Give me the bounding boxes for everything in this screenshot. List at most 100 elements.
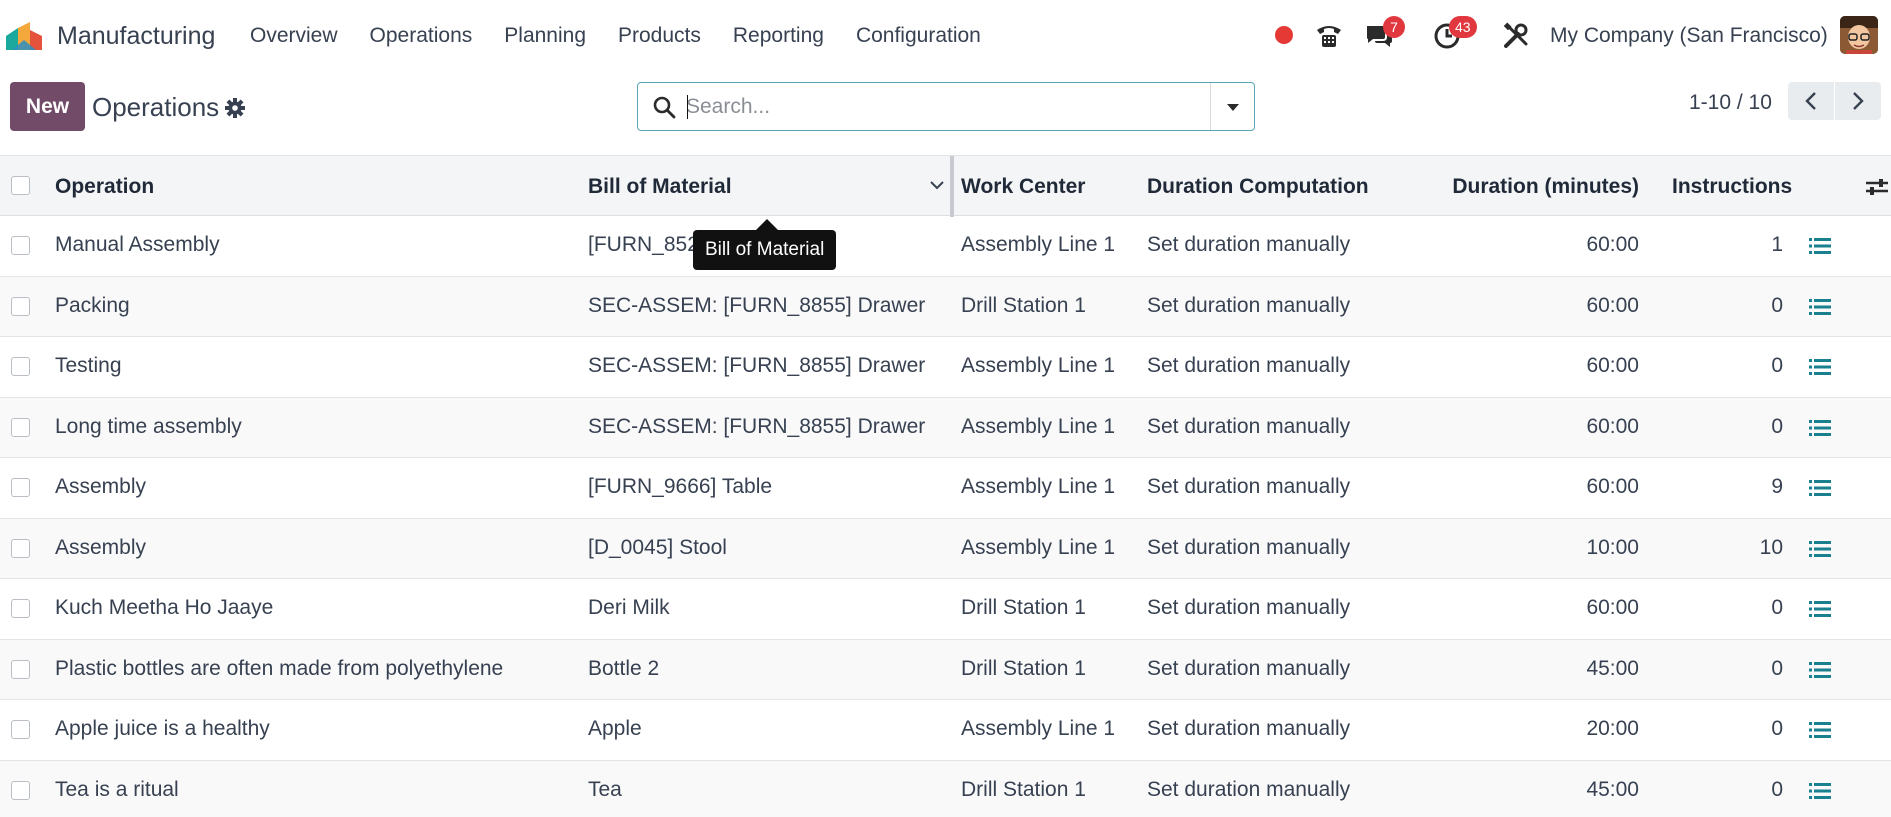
instructions-list-icon[interactable]: [1809, 661, 1831, 679]
user-avatar[interactable]: [1840, 16, 1878, 54]
cell-instructions: 0: [1771, 656, 1783, 680]
column-resize-handle[interactable]: [950, 156, 954, 217]
pager-previous-button[interactable]: [1788, 82, 1834, 120]
cell-duration: 60:00: [1586, 414, 1639, 438]
cell-duration: 10:00: [1586, 535, 1639, 559]
cell-duration: 60:00: [1586, 596, 1639, 619]
cell-work-center: Drill Station 1: [961, 656, 1086, 680]
new-button[interactable]: New: [10, 82, 85, 131]
main-menu: Overview Operations Planning Products Report…: [250, 24, 1013, 48]
company-switcher[interactable]: My Company (San Francisco): [1550, 24, 1828, 48]
row-checkbox[interactable]: [11, 478, 30, 497]
cell-instructions: 0: [1771, 414, 1783, 438]
instructions-list-icon[interactable]: [1809, 721, 1831, 739]
select-all-checkbox[interactable]: [11, 176, 30, 195]
menu-item-configuration[interactable]: Configuration: [856, 24, 981, 48]
cell-duration: 60:00: [1586, 233, 1639, 256]
menu-item-reporting[interactable]: Reporting: [733, 24, 824, 48]
recording-indicator-icon[interactable]: [1275, 26, 1293, 44]
cell-work-center: Assembly Line 1: [961, 233, 1116, 256]
table-row[interactable]: Apple juice is a healthy Apple Assembly Li…: [0, 700, 1891, 761]
table-body: Manual Assembly [FURN_852 Assembly Line 1 S…: [0, 216, 1891, 817]
cell-instructions: 9: [1771, 475, 1783, 498]
gear-icon[interactable]: [224, 97, 246, 119]
search-options-toggle[interactable]: [1210, 83, 1254, 130]
column-header-instructions[interactable]: Instructions: [1672, 175, 1792, 199]
cell-bill-of-material: SEC-ASSEM: [FURN_8855] Drawer: [588, 293, 926, 317]
row-checkbox[interactable]: [11, 296, 30, 316]
instructions-list-icon[interactable]: [1809, 479, 1831, 497]
menu-item-overview[interactable]: Overview: [250, 24, 338, 48]
phone-icon[interactable]: [1314, 20, 1344, 50]
instructions-list-icon[interactable]: [1809, 419, 1831, 437]
tools-icon[interactable]: [1502, 22, 1530, 50]
cell-work-center: Assembly Line 1: [961, 354, 1116, 377]
manufacturing-app-icon[interactable]: [6, 22, 46, 50]
search-input[interactable]: [686, 93, 1186, 121]
menu-item-products[interactable]: Products: [618, 24, 701, 48]
row-checkbox[interactable]: [11, 538, 30, 558]
cell-work-center: Assembly Line 1: [961, 475, 1116, 498]
table-row[interactable]: Tea is a ritual Tea Drill Station 1 Set dur…: [0, 760, 1891, 817]
instructions-list-icon[interactable]: [1809, 298, 1831, 316]
table-row[interactable]: Plastic bottles are often made from poly…: [0, 639, 1891, 700]
cell-operation: Assembly: [55, 535, 147, 559]
cell-operation: Manual Assembly: [55, 233, 220, 256]
cell-duration: 60:00: [1586, 354, 1639, 377]
chevron-down-icon[interactable]: [928, 176, 946, 194]
cell-duration-computation: Set duration manually: [1147, 414, 1351, 438]
instructions-list-icon[interactable]: [1809, 358, 1831, 376]
menu-item-planning[interactable]: Planning: [504, 24, 586, 48]
table-row[interactable]: Manual Assembly [FURN_852 Assembly Line 1 S…: [0, 216, 1891, 277]
pager-next-button[interactable]: [1835, 82, 1881, 120]
search-box: [637, 82, 1255, 131]
pager-value[interactable]: 1-10 / 10: [1689, 91, 1772, 115]
instructions-list-icon[interactable]: [1809, 540, 1831, 558]
cell-duration-computation: Set duration manually: [1147, 354, 1351, 377]
cell-bill-of-material: Tea: [588, 777, 622, 801]
column-header-work-center[interactable]: Work Center: [961, 175, 1085, 199]
table-row[interactable]: Kuch Meetha Ho Jaaye Deri Milk Drill Stati…: [0, 579, 1891, 640]
cell-duration-computation: Set duration manually: [1147, 717, 1351, 740]
row-checkbox[interactable]: [11, 659, 30, 679]
cell-duration-computation: Set duration manually: [1147, 777, 1351, 801]
instructions-list-icon[interactable]: [1809, 600, 1831, 618]
row-checkbox[interactable]: [11, 780, 30, 800]
table-row[interactable]: Assembly [D_0045] Stool Assembly Line 1 Set…: [0, 518, 1891, 579]
table-row[interactable]: Testing SEC-ASSEM: [FURN_8855] Drawer Asse…: [0, 337, 1891, 398]
caret-down-icon: [1226, 103, 1239, 111]
table-row[interactable]: Assembly [FURN_9666] Table Assembly Line 1…: [0, 458, 1891, 519]
operations-table: Operation Bill of Material Work Center D…: [0, 155, 1891, 817]
cell-instructions: 0: [1771, 354, 1783, 377]
optional-columns-icon[interactable]: [1864, 176, 1890, 198]
row-checkbox[interactable]: [11, 357, 30, 376]
table-row[interactable]: Long time assembly SEC-ASSEM: [FURN_8855]…: [0, 397, 1891, 458]
instructions-list-icon[interactable]: [1809, 237, 1831, 255]
cell-instructions: 1: [1771, 233, 1783, 256]
row-checkbox[interactable]: [11, 599, 30, 618]
column-header-operation[interactable]: Operation: [55, 175, 154, 199]
cell-duration: 60:00: [1586, 475, 1639, 498]
row-checkbox[interactable]: [11, 236, 30, 255]
row-checkbox[interactable]: [11, 720, 30, 739]
cell-duration: 45:00: [1586, 777, 1639, 801]
column-header-duration-computation[interactable]: Duration Computation: [1147, 175, 1369, 199]
tooltip-arrow: [756, 219, 778, 230]
cell-duration-computation: Set duration manually: [1147, 535, 1351, 559]
row-checkbox[interactable]: [11, 417, 30, 437]
column-header-duration[interactable]: Duration (minutes): [1452, 175, 1639, 199]
app-name[interactable]: Manufacturing: [57, 22, 215, 51]
cell-operation: Long time assembly: [55, 414, 242, 438]
table-header: Operation Bill of Material Work Center D…: [0, 155, 1891, 217]
menu-item-operations[interactable]: Operations: [370, 24, 473, 48]
column-header-bill-of-material[interactable]: Bill of Material: [588, 175, 732, 199]
cell-duration-computation: Set duration manually: [1147, 233, 1351, 256]
cell-instructions: 0: [1771, 777, 1783, 801]
cell-duration-computation: Set duration manually: [1147, 475, 1351, 498]
cell-bill-of-material: SEC-ASSEM: [FURN_8855] Drawer: [588, 414, 926, 438]
cell-duration-computation: Set duration manually: [1147, 293, 1351, 317]
instructions-list-icon[interactable]: [1809, 782, 1831, 800]
cell-instructions: 0: [1771, 596, 1783, 619]
activity-count-badge: 43: [1449, 16, 1477, 38]
table-row[interactable]: Packing SEC-ASSEM: [FURN_8855] Drawer Dril…: [0, 276, 1891, 337]
